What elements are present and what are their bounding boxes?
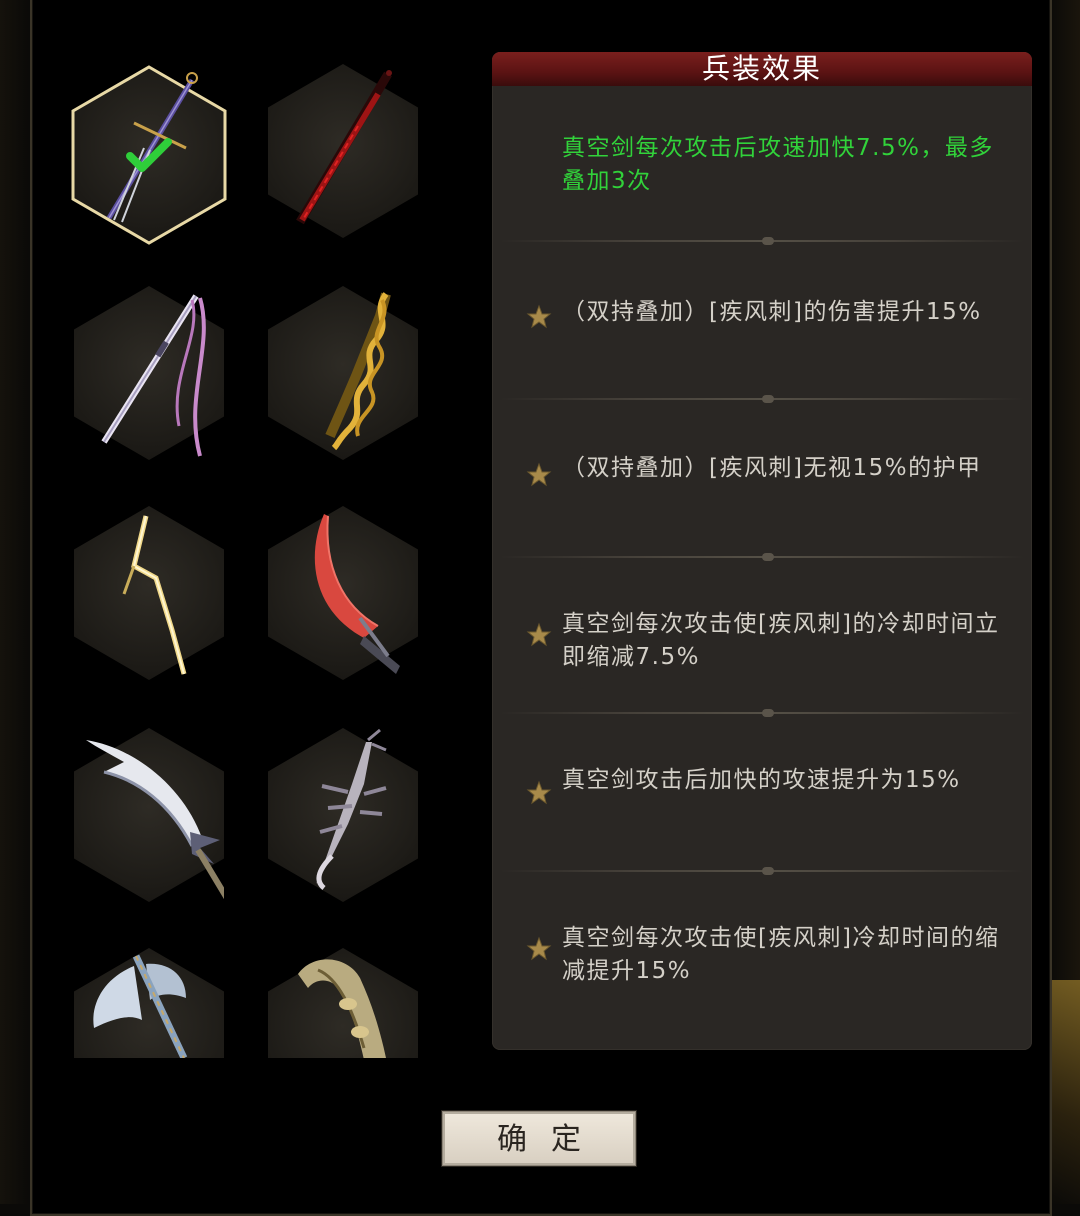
weapon-slot-crimson[interactable] [268, 506, 418, 680]
active-effect-text: 真空剑每次攻击后攻速加快7.5%，最多叠加3次 [562, 135, 994, 194]
divider [500, 708, 1024, 718]
decorative-gold-edge [1050, 980, 1080, 1204]
effect-text: （双持叠加）[疾风刺]无视15%的护甲 [562, 455, 982, 481]
effect-text: 真空剑每次攻击使[疾风刺]的冷却时间立即缩减7.5% [562, 611, 1000, 670]
crimson-curved-blade-icon [314, 514, 400, 674]
weapon-slot-dagger[interactable] [71, 65, 227, 245]
weapon-slot-lightning[interactable] [74, 506, 224, 680]
effect-row: 真空剑每次攻击使[疾风刺]的冷却时间立即缩减7.5% [492, 562, 1032, 719]
left-border [0, 0, 28, 1204]
star-icon [526, 462, 552, 487]
weapon-slot-katana[interactable] [74, 286, 224, 460]
star-icon [526, 936, 552, 961]
effect-row: （双持叠加）[疾风刺]无视15%的护甲 [492, 404, 1032, 561]
silver-scimitar-icon [86, 740, 224, 900]
divider [500, 552, 1024, 562]
confirm-button[interactable]: 确定 [442, 1111, 636, 1166]
active-effect-row: 真空剑每次攻击后攻速加快7.5%，最多叠加3次 [492, 86, 1032, 236]
star-icon [526, 780, 552, 805]
weapon-dialog: 兵装效果 真空剑每次攻击后攻速加快7.5%，最多叠加3次 （双持叠加）[疾风刺]… [30, 0, 1052, 1216]
carved-horn-club-icon [298, 959, 386, 1058]
battle-axe-icon [93, 954, 188, 1058]
weapon-slot-bone-sword[interactable] [268, 728, 418, 902]
panel-title: 兵装效果 [701, 52, 822, 85]
checkmark-icon [126, 138, 172, 172]
weapon-slot-red-blade[interactable] [268, 64, 418, 238]
weapon-slot-scimitar[interactable] [74, 728, 224, 902]
weapon-grid [32, 0, 492, 1058]
weapon-slot-horn-club[interactable] [268, 948, 418, 1058]
spiked-bone-sword-icon [316, 728, 387, 890]
weapon-slot-golden-rod[interactable] [268, 286, 418, 460]
golden-twisted-rod-icon [325, 292, 391, 451]
red-serrated-blade-icon [296, 70, 392, 225]
effect-panel: 兵装效果 真空剑每次攻击后攻速加快7.5%，最多叠加3次 （双持叠加）[疾风刺]… [492, 52, 1032, 1050]
weapon-slot-axe[interactable] [74, 948, 224, 1058]
lightning-bolt-icon [122, 515, 187, 675]
effect-row: 真空剑每次攻击使[疾风刺]冷却时间的缩减提升15% [492, 876, 1032, 1033]
effect-text: （双持叠加）[疾风刺]的伤害提升15% [562, 299, 982, 325]
ribbon-katana-icon [101, 294, 206, 457]
star-icon [526, 622, 552, 647]
effect-row: 真空剑攻击后加快的攻速提升为15% [492, 718, 1032, 875]
effect-text: 真空剑每次攻击使[疾风刺]冷却时间的缩减提升15% [562, 925, 1000, 984]
divider [500, 394, 1024, 404]
star-icon [526, 304, 552, 329]
divider [500, 236, 1024, 246]
effect-row: （双持叠加）[疾风刺]的伤害提升15% [492, 246, 1032, 403]
effect-text: 真空剑攻击后加快的攻速提升为15% [562, 767, 961, 793]
divider [500, 866, 1024, 876]
